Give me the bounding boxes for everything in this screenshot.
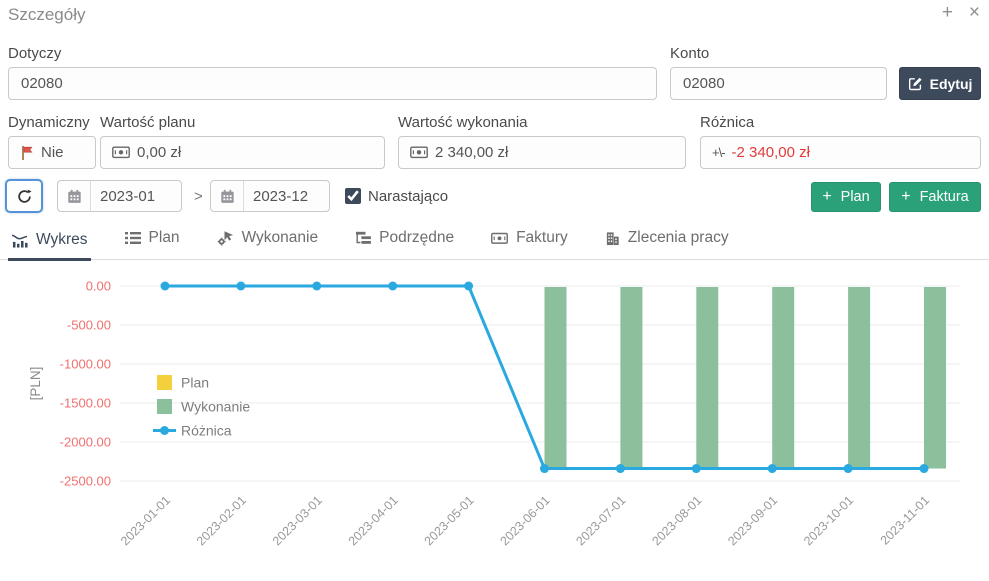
list-icon — [125, 231, 141, 245]
svg-text:-1500.00: -1500.00 — [60, 396, 111, 411]
roznica-field: +\- -2 340,00 zł — [700, 136, 981, 169]
tree-list-icon — [355, 231, 371, 245]
svg-text:2023-08-01: 2023-08-01 — [649, 493, 704, 548]
page-title: Szczegóły — [8, 5, 85, 25]
tab-wykonanie[interactable]: Wykonanie — [214, 229, 322, 259]
refresh-icon — [17, 189, 32, 204]
money-icon — [112, 146, 130, 159]
svg-text:2023-06-01: 2023-06-01 — [498, 493, 553, 548]
svg-text:[PLN]: [PLN] — [28, 367, 43, 401]
tab-faktury[interactable]: Faktury — [488, 229, 571, 259]
svg-text:2023-04-01: 2023-04-01 — [346, 493, 401, 548]
tab-zlecenia-pracy[interactable]: Zlecenia pracy — [602, 229, 732, 259]
date-to-input[interactable] — [244, 188, 320, 205]
edit-button[interactable]: Edytuj — [899, 67, 981, 100]
svg-text:-500.00: -500.00 — [67, 318, 111, 333]
dynamiczny-field[interactable]: Nie — [8, 136, 96, 169]
svg-text:2023-01-01: 2023-01-01 — [118, 493, 173, 548]
flag-icon — [20, 145, 34, 161]
svg-text:2023-11-01: 2023-11-01 — [878, 493, 932, 547]
add-plan-button[interactable]: + Plan — [811, 182, 881, 212]
svg-text:Plan: Plan — [181, 375, 209, 391]
svg-text:0.00: 0.00 — [86, 279, 111, 294]
svg-text:Wykonanie: Wykonanie — [181, 399, 250, 415]
tab-wykres[interactable]: Wykres — [8, 231, 91, 261]
wartosc-wykonania-label: Wartość wykonania — [398, 114, 528, 131]
refresh-button[interactable] — [5, 179, 43, 213]
konto-field-wrap — [670, 67, 887, 100]
money-icon — [491, 232, 508, 245]
calendar-icon — [211, 181, 244, 211]
roznica-value: -2 340,00 zł — [732, 144, 818, 161]
wartosc-planu-field: 0,00 zł — [100, 136, 385, 169]
konto-label: Konto — [670, 45, 709, 62]
date-to-field — [210, 180, 330, 212]
tab-plan[interactable]: Plan — [122, 229, 183, 259]
roznica-label: Różnica — [700, 114, 754, 131]
narastajaco-checkbox[interactable] — [345, 188, 361, 204]
wartosc-wykonania-field: 2 340,00 zł — [398, 136, 686, 169]
svg-text:2023-10-01: 2023-10-01 — [801, 493, 856, 548]
wartosc-planu-value: 0,00 zł — [137, 144, 189, 161]
date-from-input[interactable] — [91, 188, 167, 205]
konto-input[interactable] — [671, 75, 886, 92]
dynamiczny-value: Nie — [41, 144, 72, 161]
dotyczy-label: Dotyczy — [8, 45, 61, 62]
svg-text:-2500.00: -2500.00 — [60, 474, 111, 489]
plus-minus-icon: +\- — [712, 145, 725, 160]
date-range-separator: > — [194, 188, 203, 205]
close-icon[interactable]: × — [969, 3, 980, 22]
plus-icon: + — [822, 189, 831, 205]
tab-bar: Wykres Plan Wykonanie Podrzędne Faktury … — [0, 229, 989, 260]
svg-text:2023-05-01: 2023-05-01 — [422, 493, 477, 548]
calendar-icon — [58, 181, 91, 211]
chart: 0.00 -500.00 -1000.00 -1500.00 -2000.00 -2500… — [0, 263, 989, 581]
plus-icon: + — [901, 189, 910, 205]
dynamiczny-label: Dynamiczny — [8, 114, 90, 131]
narastajaco-label: Narastająco — [368, 188, 448, 205]
wartosc-wykonania-value: 2 340,00 zł — [435, 144, 516, 161]
svg-text:2023-07-01: 2023-07-01 — [573, 493, 628, 548]
date-from-field — [57, 180, 182, 212]
wartosc-planu-label: Wartość planu — [100, 114, 195, 131]
add-icon[interactable]: + — [942, 3, 953, 22]
building-icon — [605, 231, 620, 246]
dotyczy-field-wrap — [8, 67, 657, 100]
dotyczy-input[interactable] — [9, 75, 656, 92]
svg-text:Różnica: Różnica — [181, 423, 232, 439]
tab-podrzedne[interactable]: Podrzędne — [352, 229, 457, 259]
gear-arrow-icon — [217, 230, 234, 246]
add-faktura-button[interactable]: + Faktura — [889, 182, 981, 212]
svg-text:-1000.00: -1000.00 — [60, 357, 111, 372]
svg-text:2023-02-01: 2023-02-01 — [194, 493, 249, 548]
svg-text:-2000.00: -2000.00 — [60, 435, 111, 450]
edit-pencil-icon — [908, 76, 923, 91]
svg-text:2023-09-01: 2023-09-01 — [725, 493, 780, 548]
money-icon — [410, 146, 428, 159]
chart-icon — [11, 233, 28, 248]
svg-text:2023-03-01: 2023-03-01 — [270, 493, 325, 548]
